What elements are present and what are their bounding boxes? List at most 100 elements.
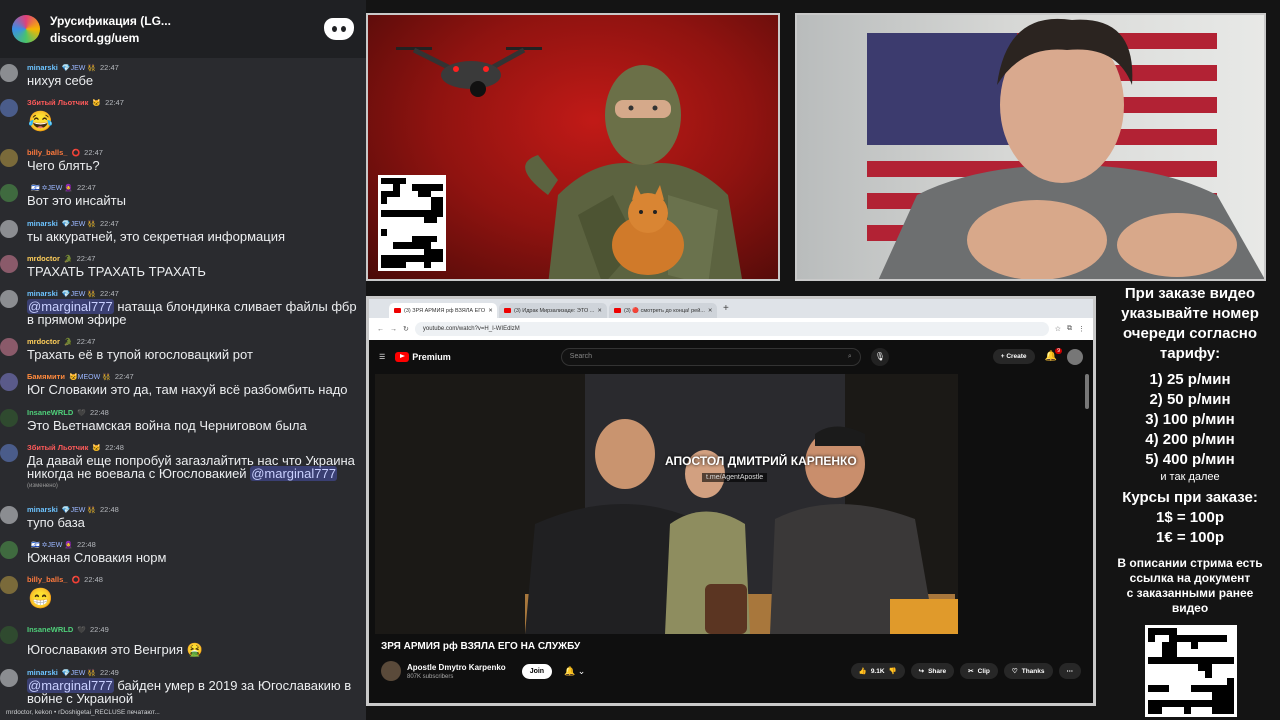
qr-code[interactable] xyxy=(1145,625,1237,717)
avatar[interactable] xyxy=(0,64,18,82)
more-actions-icon[interactable]: ⋯ xyxy=(1058,663,1081,679)
username[interactable]: mrdoctor xyxy=(27,254,60,263)
browser-tab[interactable]: (3) ЗРЯ АРМИЯ рф ВЗЯЛА ЕГО ✕ xyxy=(389,303,497,318)
timestamp: 22:47 xyxy=(100,63,119,72)
create-button[interactable]: + Create xyxy=(992,349,1035,364)
close-tab-icon[interactable]: ✕ xyxy=(708,308,713,314)
username[interactable]: Збитый Льотчик xyxy=(27,443,88,452)
rate-line: 4) 200 р/мин xyxy=(1145,431,1235,448)
webcam-feed xyxy=(795,13,1266,281)
message-text: тупо база xyxy=(27,515,85,530)
channel-row: Apostle Dmytro Karpenko 807K subscribers… xyxy=(381,659,1081,683)
youtube-logo[interactable]: Premium xyxy=(395,351,451,362)
qr-code[interactable] xyxy=(378,175,446,271)
video-overlay-title: АПОСТОЛ ДМИТРИЙ КАРПЕНКО xyxy=(665,454,857,468)
join-button[interactable]: Join xyxy=(521,663,553,679)
username[interactable]: InsaneWRLD xyxy=(27,625,73,634)
thanks-icon: ♡ xyxy=(1011,668,1018,675)
account-avatar[interactable] xyxy=(1067,348,1083,365)
close-tab-icon[interactable]: ✕ xyxy=(597,308,602,314)
message-text: Южная Словакия норм xyxy=(27,550,167,565)
user-mention[interactable]: @marginal777 xyxy=(250,466,337,481)
avatar[interactable] xyxy=(0,184,18,202)
username[interactable]: minarski xyxy=(27,219,58,228)
username[interactable]: minarski xyxy=(27,668,58,677)
avatar[interactable] xyxy=(0,444,18,462)
username[interactable]: InsaneWRLD xyxy=(27,408,73,417)
username[interactable]: minarski xyxy=(27,289,58,298)
avatar[interactable] xyxy=(0,290,18,308)
tab-title: (3) ЗРЯ АРМИЯ рф ВЗЯЛА ЕГО xyxy=(404,307,486,314)
message-text: Юг Словакии это да, там нахуй всё разбом… xyxy=(27,382,348,397)
avatar[interactable] xyxy=(0,506,18,524)
avatar[interactable] xyxy=(0,99,18,117)
search-placeholder: Search xyxy=(569,353,592,360)
username[interactable]: Збитый Льотчик xyxy=(27,98,88,107)
menu-dots-icon[interactable]: ⋮ xyxy=(1078,325,1085,333)
username[interactable]: minarski xyxy=(27,63,58,72)
eur-rate: 1€ = 100р xyxy=(1156,529,1224,546)
mic-icon[interactable]: 🎙 xyxy=(870,347,889,366)
rate-line: 3) 100 р/мин xyxy=(1145,411,1235,428)
avatar[interactable] xyxy=(0,576,18,594)
server-invite[interactable]: discord.gg/uem xyxy=(50,31,314,45)
avatar[interactable] xyxy=(0,626,18,644)
timestamp: 22:47 xyxy=(100,219,119,228)
timestamp: 22:48 xyxy=(76,540,96,549)
avatar[interactable] xyxy=(0,373,18,391)
notifications-icon[interactable]: 🔔 9 xyxy=(1045,348,1062,362)
message-text: Вот это инсайты xyxy=(27,193,126,208)
search-input[interactable]: Search ⌕ xyxy=(560,347,861,366)
rate-line: 2) 50 р/мин xyxy=(1149,391,1231,408)
timestamp: 22:49 xyxy=(89,625,109,634)
reload-icon[interactable]: ↻ xyxy=(403,325,409,333)
forward-icon[interactable]: → xyxy=(390,326,397,333)
hamburger-menu-icon[interactable]: ☰ xyxy=(379,353,385,361)
avatar[interactable] xyxy=(0,255,18,273)
user-badges: 💎JEW 👯 xyxy=(61,669,97,677)
channel-name[interactable]: Apostle Dmytro Karpenko xyxy=(407,663,506,672)
close-tab-icon[interactable]: ✕ xyxy=(488,308,493,314)
chat-header: Урусификация (LG... discord.gg/uem xyxy=(0,0,366,58)
clip-label: Clip xyxy=(977,667,990,675)
channel-avatar[interactable] xyxy=(381,661,401,681)
avatar[interactable] xyxy=(0,149,18,167)
thumb-down-icon[interactable]: 👎 xyxy=(889,667,897,675)
streamer-figure xyxy=(878,18,1264,279)
url-field[interactable]: youtube.com/watch?v=H_I-WIEdlzM xyxy=(414,322,1049,336)
avatar[interactable] xyxy=(0,669,18,687)
message-text: ТРАХАТЬ ТРАХАТЬ ТРАХАТЬ xyxy=(27,264,206,279)
video-frame xyxy=(375,374,958,634)
tab-title: (3) Идрак Мирзализаде: ЭТО ... xyxy=(514,307,595,314)
thanks-button[interactable]: ♡ Thanks xyxy=(1003,663,1053,679)
share-button[interactable]: ↪ Share xyxy=(910,663,955,679)
username[interactable]: minarski xyxy=(27,505,58,514)
youtube-header: ☰ Premium Search ⌕ 🎙 + Create 🔔 9 xyxy=(369,340,1093,373)
browser-tab[interactable]: (3) Идрак Мирзализаде: ЭТО ... ✕ xyxy=(499,303,607,318)
avatar[interactable] xyxy=(0,220,18,238)
subscribe-bell-icon[interactable]: 🔔 ⌄ xyxy=(564,666,585,677)
page-scrollbar[interactable] xyxy=(1085,374,1089,409)
note-line: с заказанными ранее xyxy=(1126,586,1254,600)
avatar[interactable] xyxy=(0,409,18,427)
bookmark-star-icon[interactable]: ☆ xyxy=(1055,325,1061,333)
username[interactable]: Бамямити xyxy=(27,372,65,381)
typing-indicator: mrdoctor, kekon • rDoshigetai_RECLUSE пе… xyxy=(6,709,160,716)
clip-button[interactable]: ✂ Clip xyxy=(960,663,998,679)
search-icon[interactable]: ⌕ xyxy=(848,353,852,361)
avatar[interactable] xyxy=(0,541,18,559)
avatar[interactable] xyxy=(0,338,18,356)
username[interactable]: billy_balls_ xyxy=(27,148,67,157)
like-button[interactable]: 👍 9.1K 👎 xyxy=(850,663,905,679)
username[interactable]: billy_balls_ xyxy=(27,575,67,584)
username[interactable]: mrdoctor xyxy=(27,337,60,346)
browser-tab[interactable]: (3) 🔴 смотреть до конца! рей... ✕ xyxy=(609,303,717,318)
message-emoji: 😂 xyxy=(28,111,53,133)
new-tab-icon[interactable]: + xyxy=(723,303,729,314)
info-line: При заказе видео xyxy=(1124,285,1256,302)
message-text: Югославакия это Венгрия 🤮 xyxy=(27,642,203,657)
rate-line: 1) 25 р/мин xyxy=(1149,371,1231,388)
video-player[interactable]: АПОСТОЛ ДМИТРИЙ КАРПЕНКО t.me/AgentApost… xyxy=(375,374,958,634)
back-icon[interactable]: ← xyxy=(377,326,384,333)
extensions-icon[interactable]: ⧉ xyxy=(1067,325,1072,333)
